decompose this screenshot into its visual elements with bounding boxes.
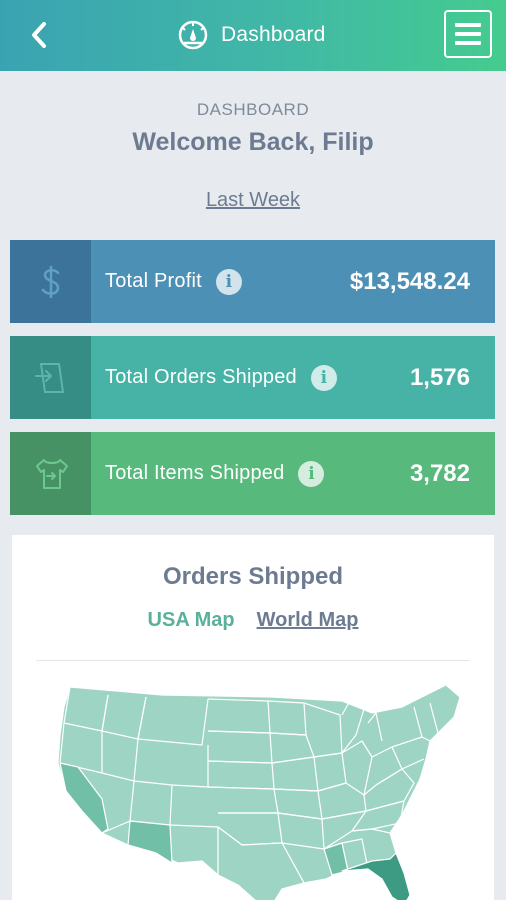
stat-card-total-orders-shipped: Total Orders Shipped i 1,576 <box>10 336 495 419</box>
header-title: Dashboard <box>221 23 326 46</box>
page-overline: DASHBOARD <box>196 100 310 119</box>
stat-card-total-items-shipped: Total Items Shipped i 3,782 <box>10 432 495 515</box>
card-title: Orders Shipped <box>162 563 344 590</box>
stat-label: Total Profit <box>105 270 202 292</box>
tab-world-map[interactable]: World Map <box>257 609 359 632</box>
stat-label: Total Items Shipped <box>105 462 285 484</box>
menu-button[interactable] <box>444 10 492 58</box>
tshirt-icon <box>35 458 68 489</box>
map-state-arizona <box>127 820 173 864</box>
usa-map[interactable] <box>42 683 476 900</box>
stat-value: 1,576 <box>409 363 470 391</box>
info-icon[interactable]: i <box>298 460 325 487</box>
header-title-group: Dashboard <box>177 15 326 55</box>
stat-value: 3,782 <box>409 459 470 487</box>
welcome-heading: Welcome Back, Filip <box>132 128 374 156</box>
map-tabs: USA Map World Map <box>12 609 494 632</box>
chevron-left-icon <box>32 22 46 48</box>
stat-card-total-profit: Total Profit i $13,548.24 <box>10 240 495 323</box>
back-button[interactable] <box>22 18 56 52</box>
period-selector-link[interactable]: Last Week <box>206 189 300 211</box>
order-export-icon <box>34 362 64 393</box>
info-icon[interactable]: i <box>215 268 242 295</box>
orders-shipped-card: Orders Shipped USA Map World Map <box>12 535 494 900</box>
dollar-icon <box>41 265 59 298</box>
gauge-icon <box>178 20 208 50</box>
app-header: Dashboard <box>0 0 506 71</box>
stat-value: $13,548.24 <box>349 267 470 295</box>
stat-label: Total Orders Shipped <box>105 366 297 388</box>
tab-usa-map[interactable]: USA Map <box>148 609 235 632</box>
divider <box>36 660 470 661</box>
info-icon[interactable]: i <box>310 364 337 391</box>
hamburger-menu-icon <box>455 23 481 27</box>
